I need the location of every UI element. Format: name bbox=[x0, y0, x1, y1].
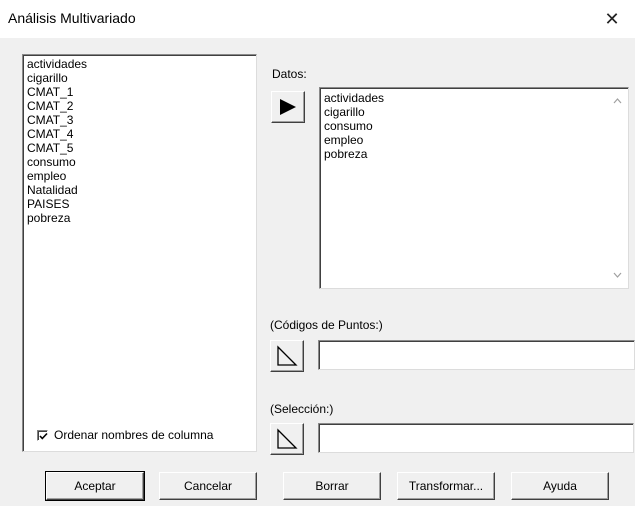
seleccion-add-button[interactable] bbox=[270, 423, 304, 455]
codigos-add-button[interactable] bbox=[270, 340, 304, 372]
list-item[interactable]: CMAT_5 bbox=[23, 141, 256, 155]
list-item[interactable]: Natalidad bbox=[23, 183, 256, 197]
list-item[interactable]: PAISES bbox=[23, 197, 256, 211]
codigos-label: (Códigos de Puntos:) bbox=[270, 318, 383, 332]
columns-listbox[interactable]: actividades cigarillo CMAT_1 CMAT_2 CMAT… bbox=[22, 54, 257, 452]
list-item[interactable]: cigarillo bbox=[320, 105, 628, 119]
filled-right-arrow-icon bbox=[280, 99, 296, 115]
ayuda-button[interactable]: Ayuda bbox=[511, 472, 609, 500]
list-item[interactable]: CMAT_1 bbox=[23, 85, 256, 99]
transformar-button[interactable]: Transformar... bbox=[397, 472, 495, 500]
datos-add-button[interactable] bbox=[271, 91, 305, 123]
outline-right-arrow-icon bbox=[277, 345, 298, 366]
list-item[interactable]: consumo bbox=[23, 155, 256, 169]
sort-columns-option[interactable]: Ordenar nombres de columna bbox=[37, 428, 213, 442]
outline-right-arrow-icon bbox=[277, 428, 298, 449]
list-item[interactable]: CMAT_3 bbox=[23, 113, 256, 127]
scroll-up-icon[interactable] bbox=[613, 94, 622, 108]
seleccion-field[interactable] bbox=[318, 423, 634, 453]
sort-columns-checkbox[interactable] bbox=[37, 429, 48, 441]
codigos-field[interactable] bbox=[318, 340, 635, 370]
list-item[interactable]: CMAT_4 bbox=[23, 127, 256, 141]
list-item[interactable]: pobreza bbox=[23, 211, 256, 225]
window-title: Análisis Multivariado bbox=[8, 10, 136, 26]
list-item[interactable]: empleo bbox=[320, 133, 628, 147]
list-item[interactable]: pobreza bbox=[320, 147, 628, 161]
scroll-down-icon[interactable] bbox=[613, 268, 622, 282]
list-item[interactable]: actividades bbox=[23, 57, 256, 71]
title-bar: Análisis Multivariado ✕ bbox=[0, 0, 635, 38]
aceptar-button[interactable]: Aceptar bbox=[45, 471, 145, 501]
sort-columns-label: Ordenar nombres de columna bbox=[54, 428, 214, 442]
list-item[interactable]: consumo bbox=[320, 119, 628, 133]
cancelar-button[interactable]: Cancelar bbox=[159, 472, 257, 500]
list-item[interactable]: cigarillo bbox=[23, 71, 256, 85]
borrar-button[interactable]: Borrar bbox=[283, 472, 381, 500]
list-item[interactable]: actividades bbox=[320, 91, 628, 105]
datos-label: Datos: bbox=[272, 67, 307, 81]
list-item[interactable]: CMAT_2 bbox=[23, 99, 256, 113]
dialog-body: actividades cigarillo CMAT_1 CMAT_2 CMAT… bbox=[0, 38, 635, 506]
checkmark-icon bbox=[39, 432, 48, 440]
list-item[interactable]: empleo bbox=[23, 169, 256, 183]
close-icon[interactable]: ✕ bbox=[589, 0, 635, 38]
seleccion-label: (Selección:) bbox=[270, 402, 334, 416]
datos-listbox[interactable]: actividades cigarillo consumo empleo pob… bbox=[319, 87, 629, 289]
